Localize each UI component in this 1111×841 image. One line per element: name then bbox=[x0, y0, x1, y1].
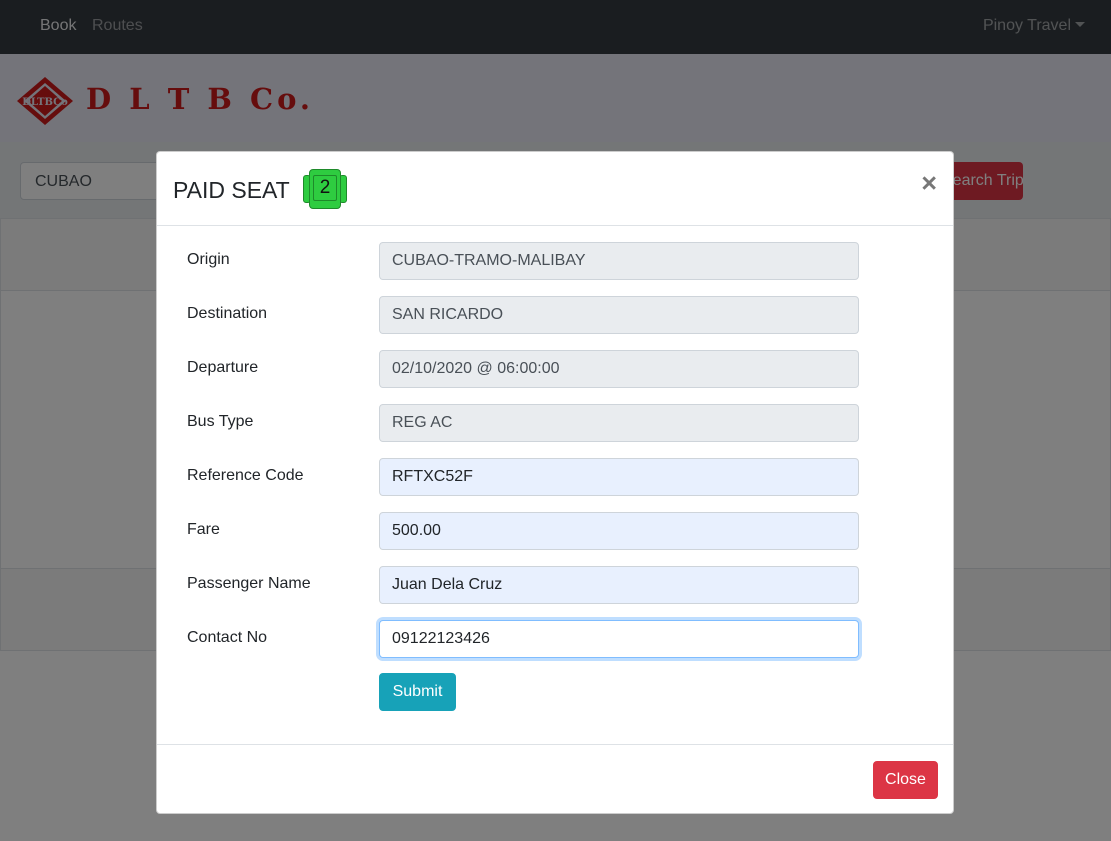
passenger-name-label: Passenger Name bbox=[187, 575, 311, 592]
reference-code-label: Reference Code bbox=[187, 467, 304, 484]
bus-type-row: Bus Type bbox=[187, 404, 887, 442]
origin-field[interactable] bbox=[379, 242, 859, 280]
contact-no-label: Contact No bbox=[187, 629, 268, 646]
modal-header: PAID SEAT 2 × bbox=[157, 152, 953, 226]
close-icon[interactable]: × bbox=[921, 170, 937, 197]
reference-code-row: Reference Code bbox=[187, 458, 887, 496]
destination-field[interactable] bbox=[379, 296, 859, 334]
fare-row: Fare bbox=[187, 512, 887, 550]
seat-number: 2 bbox=[313, 175, 337, 201]
departure-row: Departure bbox=[187, 350, 887, 388]
passenger-name-field[interactable] bbox=[379, 566, 859, 604]
bus-type-label: Bus Type bbox=[187, 413, 254, 430]
departure-label: Departure bbox=[187, 359, 259, 376]
seat-icon: 2 bbox=[303, 167, 347, 211]
passenger-name-row: Passenger Name bbox=[187, 566, 887, 604]
departure-field[interactable] bbox=[379, 350, 859, 388]
origin-row: Origin bbox=[187, 242, 887, 280]
contact-no-field[interactable] bbox=[379, 620, 859, 658]
fare-field[interactable] bbox=[379, 512, 859, 550]
paid-seat-modal: PAID SEAT 2 × Origin Destination Departu… bbox=[156, 151, 954, 814]
close-button[interactable]: Close bbox=[873, 761, 938, 799]
destination-label: Destination bbox=[187, 305, 268, 322]
modal-title: PAID SEAT bbox=[173, 177, 290, 203]
destination-row: Destination bbox=[187, 296, 887, 334]
bus-type-field[interactable] bbox=[379, 404, 859, 442]
reference-code-field[interactable] bbox=[379, 458, 859, 496]
submit-button[interactable]: Submit bbox=[379, 673, 456, 711]
origin-label: Origin bbox=[187, 251, 230, 268]
modal-footer: Close bbox=[157, 744, 953, 814]
fare-label: Fare bbox=[187, 521, 220, 538]
contact-no-row: Contact No bbox=[187, 620, 887, 658]
